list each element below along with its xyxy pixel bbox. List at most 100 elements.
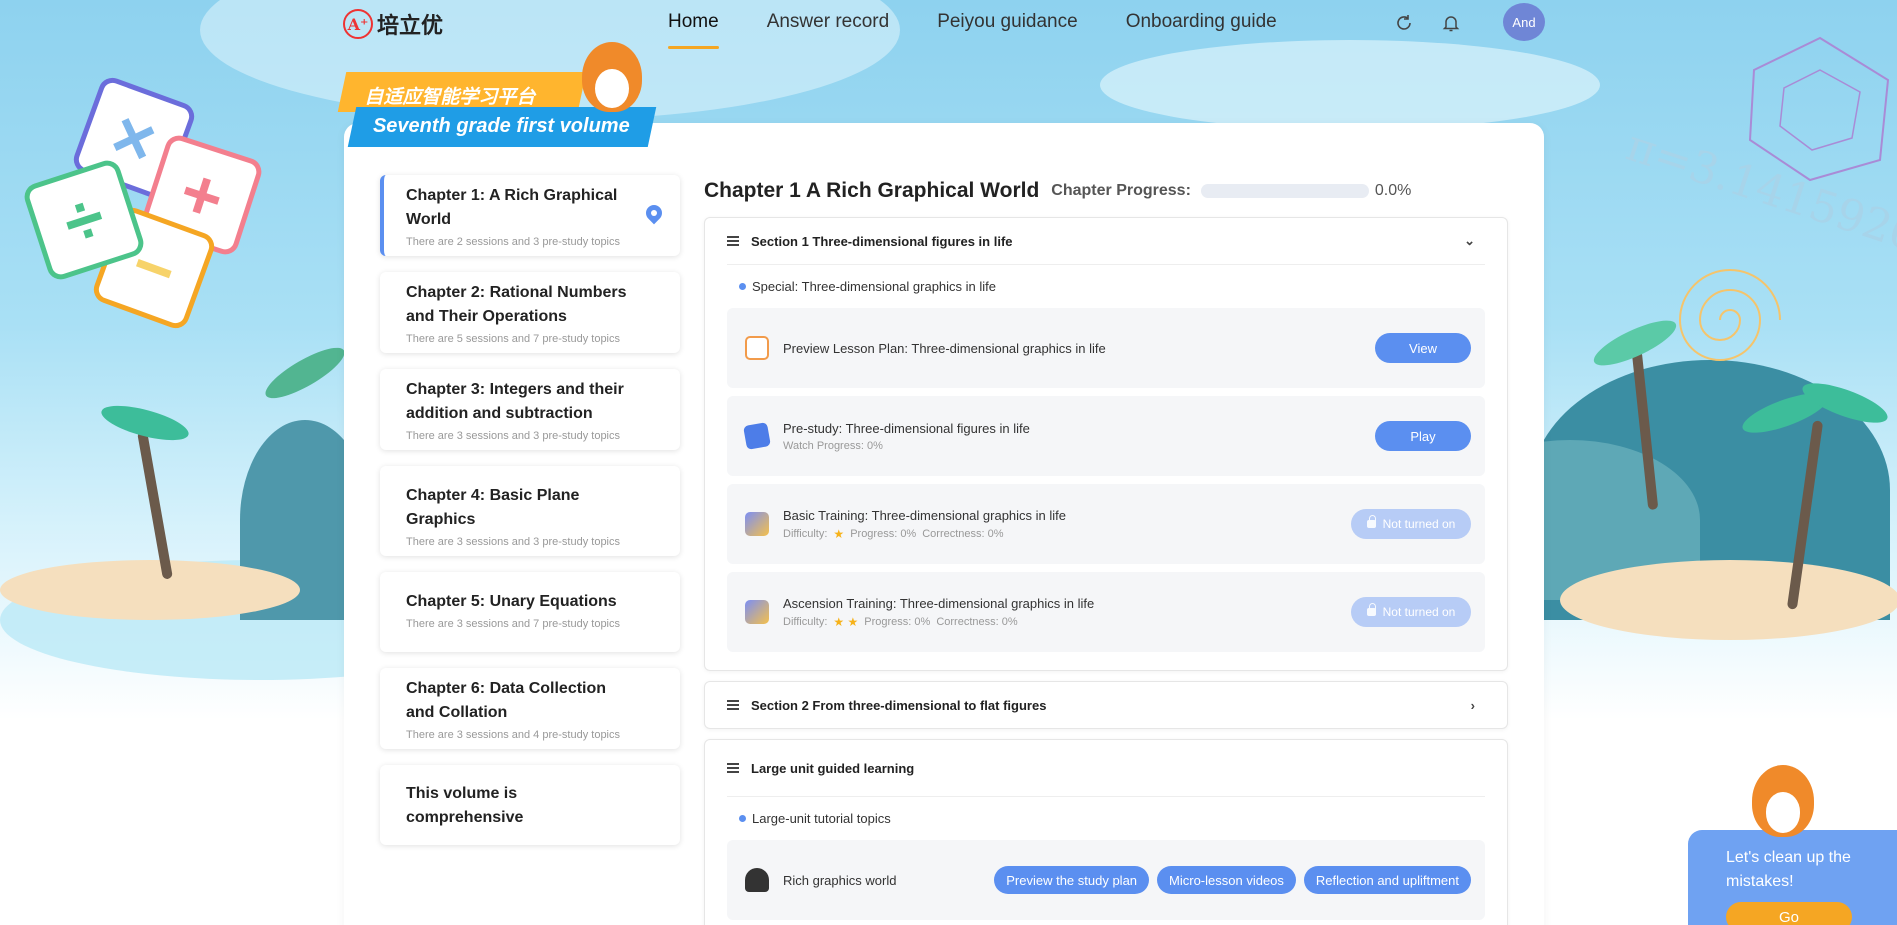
top-navigation: A⁺ 培立优 Home Answer record Peiyou guidanc… — [0, 0, 1897, 49]
section-1-header[interactable]: Section 1 Three-dimensional figures in l… — [705, 218, 1507, 264]
topic-label: Large-unit tutorial topics — [727, 807, 1485, 840]
chapter-progress-bar — [1200, 184, 1369, 198]
topic-label: Special: Three-dimensional graphics in l… — [727, 275, 1485, 308]
nav-answer-record[interactable]: Answer record — [767, 11, 890, 45]
chapter-subtitle: There are 5 sessions and 7 pre-study top… — [406, 333, 621, 345]
chapter-subtitle: There are 2 sessions and 3 pre-study top… — [406, 236, 621, 248]
chapter-progress-label: Chapter Progress: — [1051, 182, 1191, 199]
section-2-header[interactable]: Section 2 From three-dimensional to flat… — [705, 682, 1507, 728]
chapter-item-1[interactable]: Chapter 1: A Rich Graphical World There … — [380, 175, 680, 256]
chapter-title: Chapter 2: Rational Numbers and Their Op… — [406, 284, 627, 325]
corgi-mascot-icon — [1752, 765, 1814, 837]
graduation-cap-icon — [745, 868, 769, 892]
nav-links: Home Answer record Peiyou guidance Onboa… — [668, 11, 1277, 49]
list-item: Ascension Training: Three-dimensional gr… — [727, 572, 1485, 652]
play-button[interactable]: Play — [1375, 421, 1471, 451]
chapter-detail: Chapter 1 A Rich Graphical World Chapter… — [704, 175, 1508, 925]
topic-text: Special: Three-dimensional graphics in l… — [752, 279, 996, 294]
platform-label: 自适应智能学习平台 — [364, 87, 536, 108]
chapter-title: This volume is comprehensive — [406, 784, 524, 826]
list-icon — [727, 700, 739, 710]
lock-icon — [1366, 603, 1376, 616]
widget-text: Let's clean up the mistakes! — [1726, 849, 1851, 890]
list-item: Preview Lesson Plan: Three-dimensional g… — [727, 308, 1485, 388]
list-item: Rich graphics world Preview the study pl… — [727, 840, 1485, 920]
section-3-header[interactable]: Large unit guided learning — [705, 740, 1507, 796]
chapter-subtitle: There are 3 sessions and 3 pre-study top… — [406, 536, 621, 548]
section-title: Large unit guided learning — [751, 760, 915, 776]
chapter-list: Chapter 1: A Rich Graphical World There … — [380, 175, 680, 845]
go-button[interactable]: Go — [1726, 902, 1852, 925]
section-title: Section 1 Three-dimensional figures in l… — [751, 233, 1013, 249]
chapter-subtitle: There are 3 sessions and 7 pre-study top… — [406, 618, 621, 630]
chapter-subtitle: There are 3 sessions and 4 pre-study top… — [406, 729, 621, 741]
not-turned-on-button[interactable]: Not turned on — [1351, 597, 1471, 627]
nav-onboarding-guide[interactable]: Onboarding guide — [1126, 11, 1277, 45]
training-icon — [745, 600, 769, 624]
chapter-title: Chapter 4: Basic Plane Graphics — [406, 487, 580, 528]
section-1-body: Special: Three-dimensional graphics in l… — [727, 264, 1485, 670]
chapter-title: Chapter 5: Unary Equations — [406, 593, 617, 610]
bullet-dot-icon — [739, 283, 746, 290]
button-label: Not turned on — [1382, 517, 1456, 531]
chevron-right-icon[interactable]: › — [1471, 698, 1475, 713]
item-title: Basic Training: Three-dimensional graphi… — [783, 507, 1067, 523]
item-correctness: Correctness: 0% — [936, 615, 1018, 628]
video-play-icon — [743, 422, 771, 450]
section-3-body: Large-unit tutorial topics Rich graphics… — [727, 796, 1485, 925]
nav-peiyou-guidance[interactable]: Peiyou guidance — [937, 11, 1078, 45]
spiral-decoration — [1678, 269, 1781, 361]
view-button[interactable]: View — [1375, 333, 1471, 363]
preview-study-plan-button[interactable]: Preview the study plan — [994, 866, 1150, 894]
item-progress: Progress: 0% — [850, 527, 917, 540]
item-correctness: Correctness: 0% — [922, 527, 1004, 540]
training-icon — [745, 512, 769, 536]
lesson-plan-icon — [745, 336, 769, 360]
star-icon: ★ ★ — [833, 614, 859, 629]
logo-mark-icon: A⁺ — [343, 9, 373, 39]
chapter-item-comprehensive[interactable]: This volume is comprehensive — [380, 765, 680, 845]
chevron-down-icon[interactable]: ⌄ — [1464, 233, 1475, 249]
chapter-item-3[interactable]: Chapter 3: Integers and their addition a… — [380, 369, 680, 450]
watch-progress: Watch Progress: 0% — [783, 439, 883, 452]
reflection-upliftment-button[interactable]: Reflection and upliftment — [1303, 866, 1471, 894]
list-item: Pre-study: Three-dimensional figures in … — [727, 396, 1485, 476]
bullet-dot-icon — [739, 815, 746, 822]
action-pills: Preview the study plan Micro-lesson vide… — [994, 866, 1471, 894]
avatar[interactable]: And — [1503, 3, 1545, 41]
item-title: Preview Lesson Plan: Three-dimensional g… — [783, 340, 1106, 356]
not-turned-on-button[interactable]: Not turned on — [1351, 509, 1471, 539]
chapter-item-4[interactable]: Chapter 4: Basic Plane Graphics There ar… — [380, 466, 680, 556]
micro-lesson-videos-button[interactable]: Micro-lesson videos — [1157, 866, 1296, 894]
chapter-progress-value: 0.0% — [1374, 182, 1412, 199]
topic-text: Large-unit tutorial topics — [752, 811, 891, 826]
item-title: Rich graphics world — [783, 872, 897, 888]
list-icon — [727, 763, 739, 773]
chapter-item-6[interactable]: Chapter 6: Data Collection and Collation… — [380, 668, 680, 749]
star-icon: ★ — [833, 526, 845, 541]
chapter-header: Chapter 1 A Rich Graphical World Chapter… — [704, 175, 1508, 207]
chapter-item-2[interactable]: Chapter 2: Rational Numbers and Their Op… — [380, 272, 680, 353]
item-title: Ascension Training: Three-dimensional gr… — [783, 595, 1095, 611]
item-progress: Progress: 0% — [864, 615, 931, 628]
difficulty-label: Difficulty: — [783, 615, 828, 628]
corgi-mascot-icon — [582, 42, 642, 112]
logo-text: 培立优 — [377, 13, 444, 38]
platform-ribbon: 自适应智能学习平台 — [337, 72, 587, 112]
lock-icon — [1366, 515, 1376, 528]
grade-ribbon: Seventh grade first volume — [347, 107, 657, 147]
mistakes-widget: Let's clean up the mistakes! Go — [1688, 830, 1897, 925]
nav-home[interactable]: Home — [668, 11, 719, 49]
chapter-subtitle: There are 3 sessions and 3 pre-study top… — [406, 430, 621, 442]
section-3-panel: Large unit guided learning Large-unit tu… — [704, 739, 1508, 925]
chapter-item-5[interactable]: Chapter 5: Unary Equations There are 3 s… — [380, 572, 680, 652]
bell-icon[interactable] — [1440, 12, 1462, 34]
list-icon — [727, 236, 739, 246]
app-logo[interactable]: A⁺ 培立优 — [343, 8, 443, 40]
item-title: Pre-study: Three-dimensional figures in … — [783, 420, 1030, 436]
list-item: Basic Training: Three-dimensional graphi… — [727, 484, 1485, 564]
difficulty-label: Difficulty: — [783, 527, 828, 540]
dodecahedron-decoration — [1748, 36, 1890, 182]
section-title: Section 2 From three-dimensional to flat… — [751, 697, 1047, 713]
refresh-icon[interactable] — [1393, 12, 1415, 34]
